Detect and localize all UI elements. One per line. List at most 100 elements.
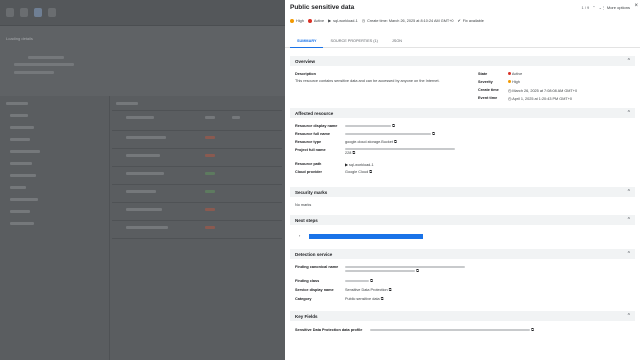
key-fields-header[interactable]: Key Fields ⌃ xyxy=(290,311,635,321)
finding-class-value: ⧉ xyxy=(345,279,373,283)
data-profile-value: ⧉ xyxy=(370,328,534,332)
security-marks-value: No marks xyxy=(295,203,312,207)
close-icon[interactable]: × xyxy=(634,3,638,9)
security-marks-section: Security marks ⌃ No marks xyxy=(290,187,635,211)
resource-full-name-label: Resource full name xyxy=(295,132,331,136)
error-icon xyxy=(307,18,312,23)
background-row-divider xyxy=(112,238,282,239)
resource-display-name-label: Resource display name xyxy=(295,124,338,128)
background-line xyxy=(10,174,36,177)
chevron-right-icon: › xyxy=(299,234,301,238)
create-time-chip: ◷ Create time: March 26, 2025 at 8:10:24 … xyxy=(362,18,454,24)
copy-icon[interactable]: ⧉ xyxy=(394,140,397,144)
panel-header: Public sensitive data 1 / 9 ⌃ ⌄ ⋮ More o… xyxy=(285,0,640,48)
background-app: Loading details xyxy=(0,0,285,360)
more-options-button[interactable]: ⋮ More options xyxy=(602,5,630,10)
background-line xyxy=(126,226,168,229)
description-value: This resource contains sensitive data an… xyxy=(295,79,440,83)
background-line xyxy=(10,162,32,165)
chevron-up-icon: ⌃ xyxy=(626,251,631,257)
create-time-value: ◷ March 26, 2025 at 7:08:08 AM GMT+0 xyxy=(508,89,578,93)
event-time-label: Event time xyxy=(478,96,498,100)
cloud-provider-value: Google Cloud ⧉ xyxy=(345,170,373,174)
background-line xyxy=(116,102,138,105)
detection-service-header[interactable]: Detection service ⌃ xyxy=(290,249,635,259)
copy-icon[interactable]: ⧉ xyxy=(352,151,355,155)
background-line xyxy=(10,186,26,189)
clock-icon: ◷ xyxy=(508,89,512,93)
finding-class-label: Finding class xyxy=(295,279,320,283)
background-line xyxy=(10,114,28,117)
pager: 1 / 9 ⌃ ⌄ xyxy=(581,5,602,10)
affected-resource-section: Affected resource ⌃ Resource display name… xyxy=(290,108,635,182)
background-line xyxy=(10,138,30,141)
background-chip xyxy=(6,8,14,17)
copy-icon[interactable]: ⧉ xyxy=(392,124,395,128)
chevron-up-icon[interactable]: ⌃ xyxy=(592,5,595,10)
background-line xyxy=(232,116,240,119)
tab-source-properties[interactable]: SOURCE PROPERTIES (1) xyxy=(323,37,384,48)
security-marks-header[interactable]: Security marks ⌃ xyxy=(290,187,635,197)
project-full-name-label: Project full name xyxy=(295,148,326,152)
background-line xyxy=(28,56,64,59)
background-line xyxy=(10,126,34,129)
copy-icon[interactable]: ⧉ xyxy=(432,132,435,136)
tab-json[interactable]: JSON xyxy=(385,37,409,48)
finding-canonical-name-label: Finding canonical name xyxy=(295,265,339,269)
redacted-value xyxy=(345,270,415,272)
category-label: Category xyxy=(295,297,312,301)
severity-value: High xyxy=(508,80,520,84)
background-tag xyxy=(205,226,215,229)
finding-detail-panel: Public sensitive data 1 / 9 ⌃ ⌄ ⋮ More o… xyxy=(285,0,640,360)
background-tag xyxy=(205,154,215,157)
tab-summary[interactable]: SUMMARY xyxy=(290,37,324,48)
detection-service-title: Detection service xyxy=(295,251,333,257)
background-line xyxy=(126,172,164,175)
resource-full-name-value: ⧉ xyxy=(345,132,435,136)
copy-icon[interactable]: ⧉ xyxy=(416,269,419,273)
clock-icon: ◷ xyxy=(508,97,512,101)
event-time-value: ◷ April 1, 2025 at 1:20:43 PM GMT+0 xyxy=(508,97,573,101)
background-row-divider xyxy=(112,110,282,111)
background-line xyxy=(6,102,28,105)
resource-type-value: google.cloud.storage.Bucket ⧉ xyxy=(345,140,397,144)
next-steps-header[interactable]: Next steps ⌃ xyxy=(290,215,635,225)
finding-canonical-name-value: ⧉ xyxy=(345,265,475,273)
chevron-up-icon: ⌃ xyxy=(626,217,631,223)
copy-icon[interactable]: ⧉ xyxy=(531,328,534,332)
resource-chip-label: sql-workload-1 xyxy=(333,18,358,23)
severity-chip-label: High xyxy=(296,18,304,23)
background-row-divider xyxy=(112,184,282,185)
background-chip xyxy=(48,8,56,17)
affected-resource-header[interactable]: Affected resource ⌃ xyxy=(290,108,635,118)
next-steps-link-selected[interactable] xyxy=(309,234,423,239)
copy-icon[interactable]: ⧉ xyxy=(370,279,373,283)
security-marks-title: Security marks xyxy=(295,189,328,195)
resource-display-name-value: ⧉ xyxy=(345,124,395,128)
warning-icon xyxy=(290,18,294,23)
copy-icon[interactable]: ⧉ xyxy=(389,288,392,292)
overview-header[interactable]: Overview ⌃ xyxy=(290,56,635,66)
background-line xyxy=(126,154,160,157)
resource-type-label: Resource type xyxy=(295,140,322,144)
background-row-divider xyxy=(112,148,282,149)
background-row-divider xyxy=(112,166,282,167)
state-chip-label: Active xyxy=(313,18,325,23)
pager-label: 1 / 9 xyxy=(581,5,590,10)
overview-title: Overview xyxy=(295,58,316,64)
key-fields-section: Key Fields ⌃ Sensitive Data Protection da… xyxy=(290,311,635,339)
copy-icon[interactable]: ⧉ xyxy=(381,297,384,301)
background-row-divider xyxy=(112,220,282,221)
resource-chip[interactable]: ▶ sql-workload-1 xyxy=(328,18,358,24)
next-steps-section: Next steps ⌃ › xyxy=(290,215,635,245)
chevron-up-icon: ⌃ xyxy=(626,189,631,195)
category-value: Public sensitive data ⧉ xyxy=(345,297,384,301)
resource-icon: ▶ xyxy=(328,19,332,23)
next-steps-expand[interactable]: › xyxy=(299,234,300,238)
description-label: Description xyxy=(295,72,316,76)
folder-icon: ▶ xyxy=(345,163,348,167)
copy-icon[interactable]: ⧉ xyxy=(369,170,372,174)
affected-resource-title: Affected resource xyxy=(295,110,334,116)
severity-dot-icon xyxy=(508,80,511,83)
background-tag xyxy=(205,172,215,175)
